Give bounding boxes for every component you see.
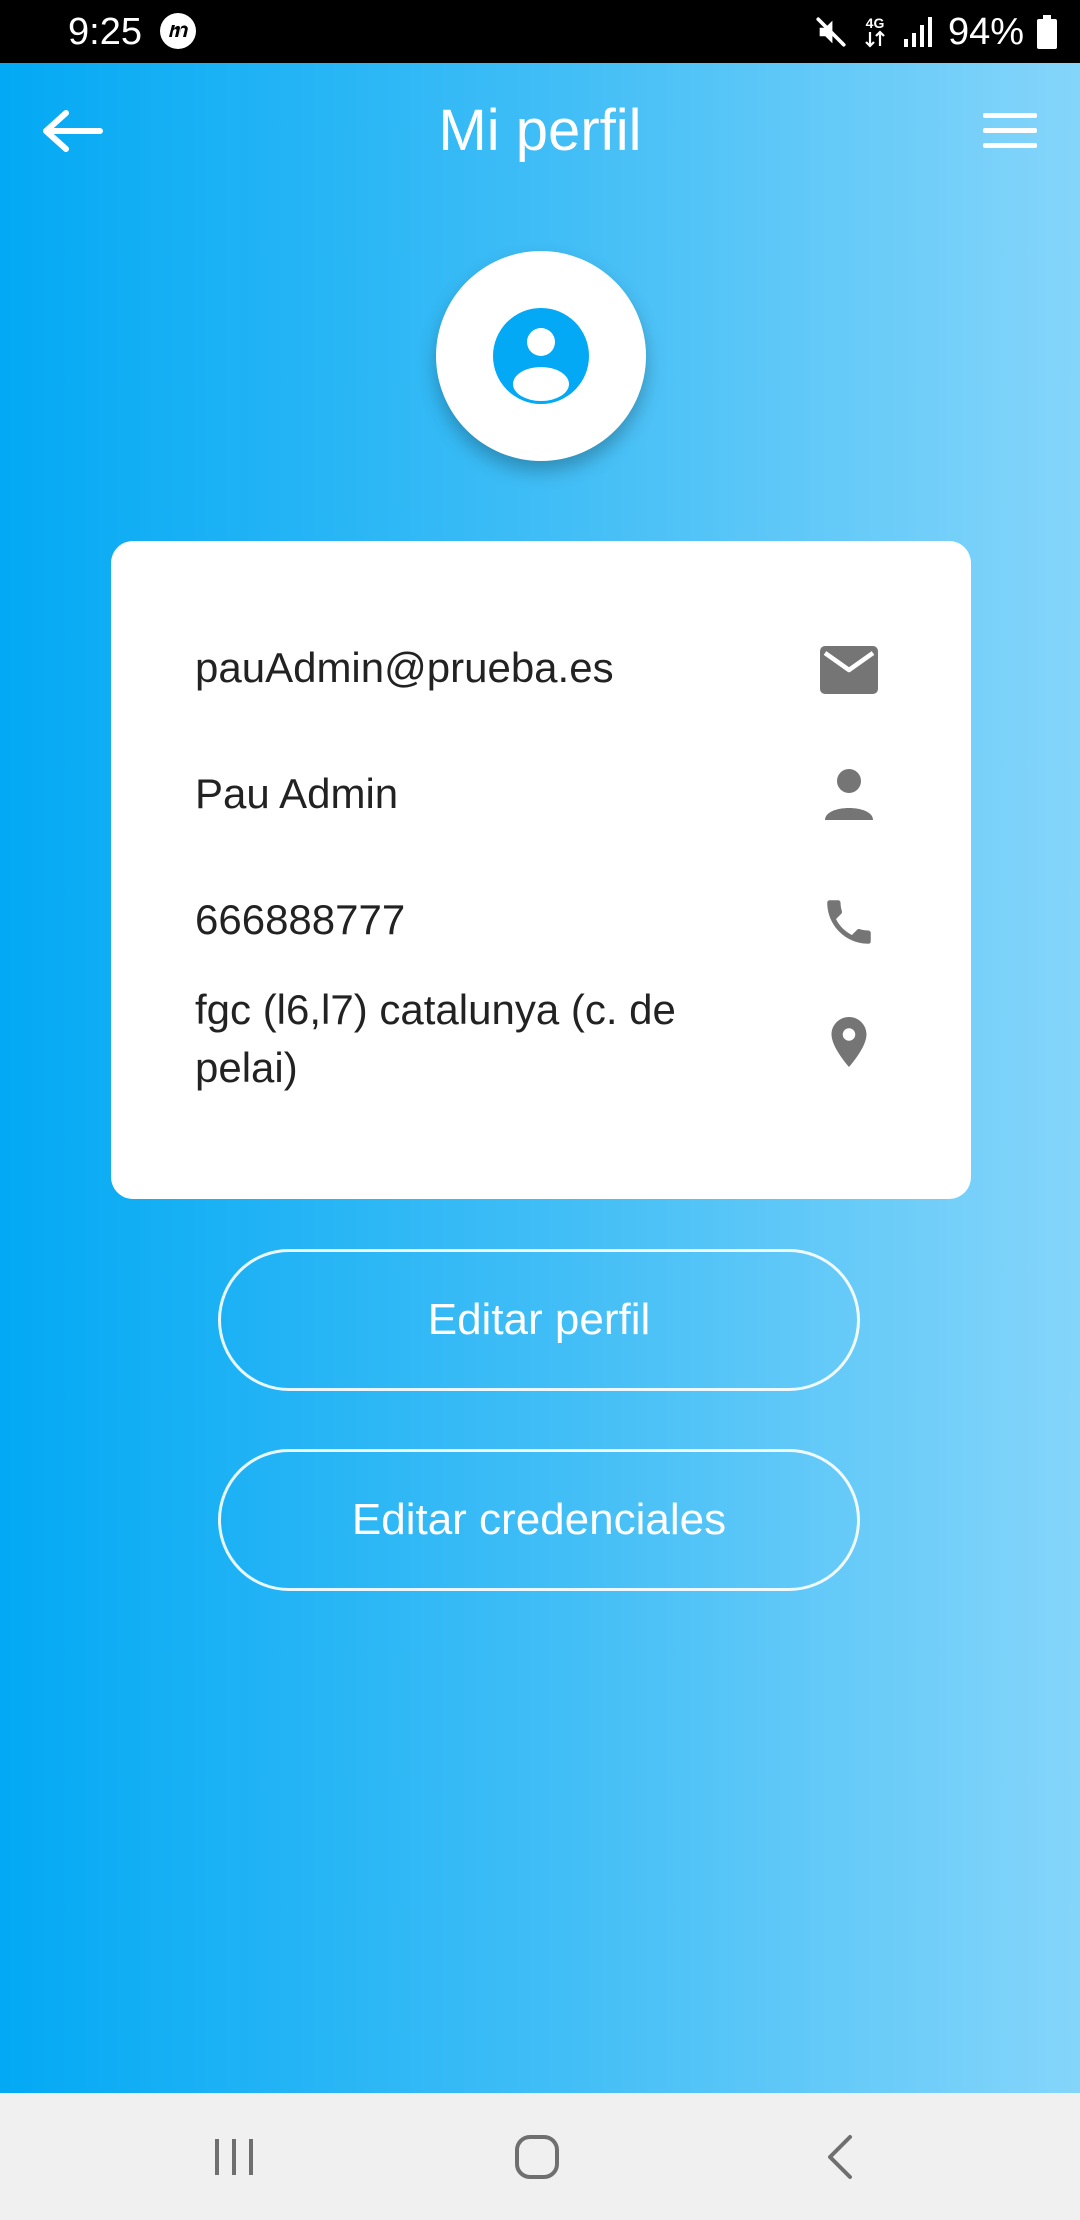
hamburger-menu-icon <box>983 113 1037 148</box>
system-back-button[interactable] <box>822 2133 858 2181</box>
address-row: fgc (l6,l7) catalunya (c. de pelai) <box>195 981 895 1103</box>
mail-icon <box>820 646 878 694</box>
email-text: pauAdmin@prueba.es <box>195 644 614 691</box>
name-text: Pau Admin <box>195 770 399 817</box>
account-circle-icon <box>493 308 589 404</box>
battery-percentage: 94% <box>947 11 1024 53</box>
profile-card: pauAdmin@prueba.es Pau Admin 666888777 f… <box>111 541 971 1199</box>
phone-icon <box>827 900 871 944</box>
home-icon <box>515 2135 559 2179</box>
status-icons: 4G 94% <box>814 10 1058 54</box>
phone-text: 666888777 <box>195 896 406 943</box>
location-pin-icon <box>831 1017 867 1067</box>
battery-icon <box>1037 15 1057 49</box>
network-4g-icon: 4G <box>865 15 885 48</box>
page-title: Mi perfil <box>438 98 642 163</box>
app-header: Mi perfil <box>0 63 1080 209</box>
name-row: Pau Admin <box>195 757 895 831</box>
arrow-left-icon <box>43 110 103 152</box>
mute-icon <box>816 17 846 47</box>
messenger-app-icon <box>160 13 196 49</box>
recents-icon <box>215 2139 253 2175</box>
edit-profile-button[interactable]: Editar perfil <box>218 1249 860 1391</box>
signal-icon <box>903 17 932 47</box>
menu-button[interactable] <box>966 103 1054 159</box>
phone-row: 666888777 <box>195 883 895 957</box>
avatar[interactable] <box>436 251 646 461</box>
chevron-left-icon <box>828 2135 852 2179</box>
network-label: 4G <box>866 15 885 31</box>
home-button[interactable] <box>513 2133 561 2181</box>
status-bar: 9:25 4G 94% <box>0 0 1080 63</box>
edit-credentials-button[interactable]: Editar credenciales <box>218 1449 860 1591</box>
address-text: fgc (l6,l7) catalunya (c. de pelai) <box>195 986 676 1091</box>
person-icon <box>825 769 873 820</box>
profile-screen: Mi perfil pauAdmin@prueba.es Pau Admin 6… <box>0 63 1080 2093</box>
system-nav-bar <box>0 2093 1080 2220</box>
status-time: 9:25 <box>68 11 142 53</box>
email-row: pauAdmin@prueba.es <box>195 631 895 705</box>
recents-button[interactable] <box>211 2135 257 2179</box>
back-button[interactable] <box>36 103 112 159</box>
